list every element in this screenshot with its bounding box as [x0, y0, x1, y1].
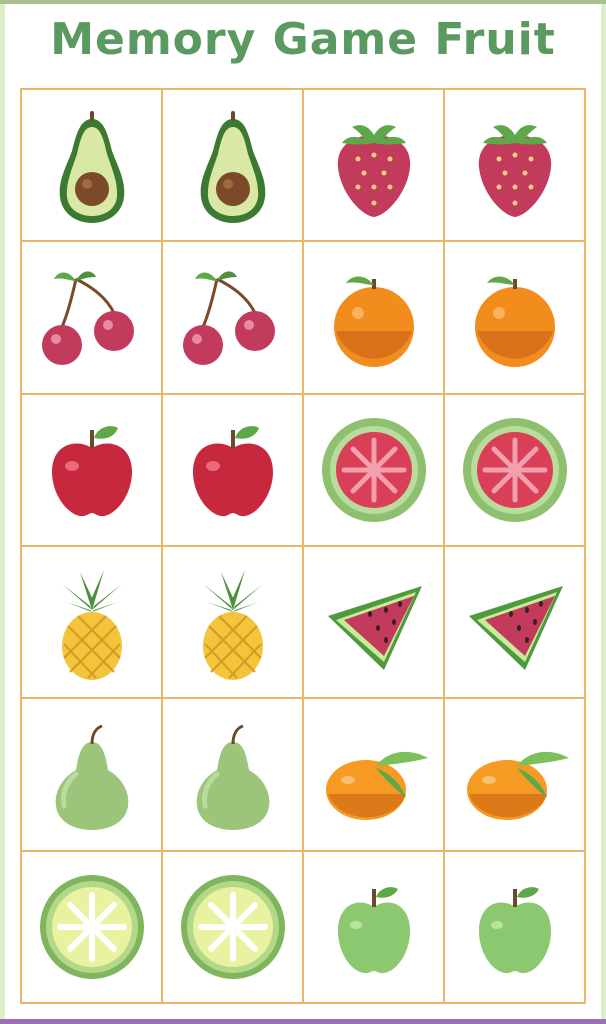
card-5[interactable] [22, 242, 163, 395]
card-9[interactable] [22, 394, 163, 547]
card-4[interactable] [445, 90, 586, 243]
card-13[interactable] [22, 546, 163, 700]
card-18[interactable] [163, 699, 304, 852]
orange-icon [333, 276, 414, 368]
guava-icon [462, 417, 567, 522]
guava-icon [321, 417, 426, 522]
apple-icon [51, 425, 132, 516]
pear-icon [55, 725, 128, 831]
pineapple-icon [202, 570, 263, 681]
apple-icon [192, 425, 273, 516]
card-11[interactable] [304, 394, 445, 547]
watermelon-icon [468, 586, 563, 671]
card-10[interactable] [163, 394, 304, 547]
lime-slice-icon [39, 874, 144, 979]
strawberry-icon [478, 125, 551, 218]
card-15[interactable] [304, 546, 445, 700]
tangerine-icon [325, 752, 428, 821]
card-23[interactable] [304, 851, 445, 1004]
lime-slice-icon [180, 874, 285, 979]
card-6[interactable] [163, 242, 304, 395]
card-20[interactable] [445, 699, 586, 852]
pear-icon [196, 725, 269, 831]
card-14[interactable] [163, 546, 304, 700]
strawberry-icon [337, 125, 410, 218]
game-title: Memory Game Fruit [50, 14, 556, 65]
avocado-icon [59, 111, 124, 224]
cherry-icon [41, 271, 134, 366]
cherry-icon [182, 271, 275, 366]
pineapple-icon [61, 570, 122, 681]
orange-icon [474, 276, 555, 368]
card-7[interactable] [304, 242, 445, 395]
card-3[interactable] [304, 90, 445, 243]
avocado-icon [200, 111, 265, 224]
green-apple-icon [478, 886, 551, 973]
card-8[interactable] [445, 242, 586, 395]
card-24[interactable] [445, 851, 586, 1004]
card-1[interactable] [22, 90, 163, 243]
card-21[interactable] [22, 851, 163, 1004]
green-apple-icon [337, 886, 410, 973]
card-16[interactable] [445, 546, 586, 700]
card-22[interactable] [163, 851, 304, 1004]
card-17[interactable] [22, 699, 163, 852]
card-19[interactable] [304, 699, 445, 852]
bottom-border [0, 1019, 606, 1024]
card-grid [20, 88, 586, 1004]
card-2[interactable] [163, 90, 304, 243]
card-12[interactable] [445, 394, 586, 547]
tangerine-icon [466, 752, 569, 821]
watermelon-icon [327, 586, 422, 671]
top-border [0, 0, 606, 4]
